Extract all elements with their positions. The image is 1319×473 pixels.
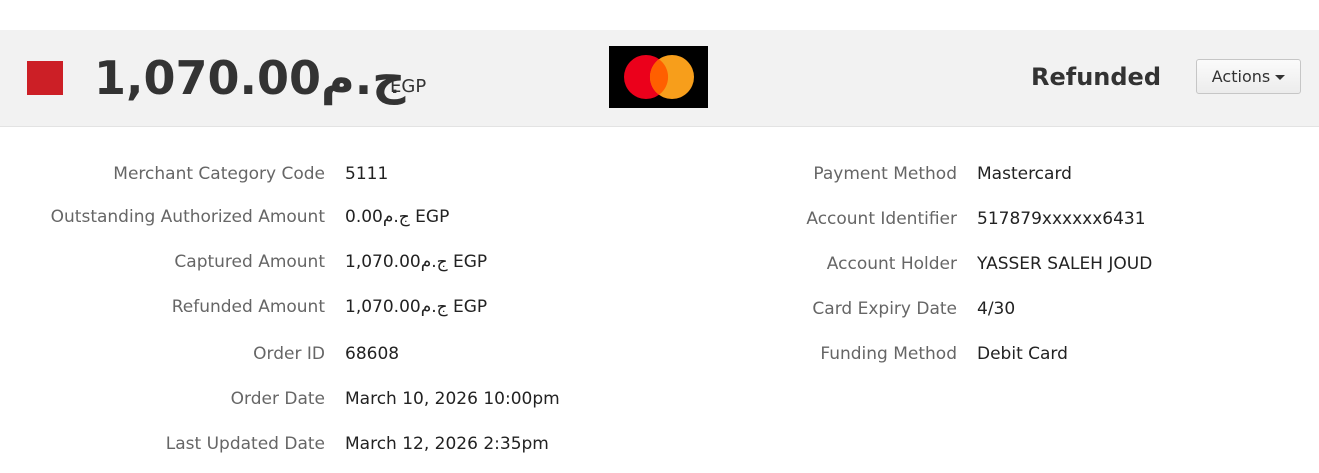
actions-dropdown-button[interactable]: Actions [1196, 59, 1301, 94]
actions-button-label: Actions [1211, 67, 1271, 86]
detail-label: Last Updated Date [165, 434, 325, 454]
detail-value: March 12, 2026 2:35pm [345, 434, 549, 454]
transaction-amount: 1,070.00ج.م [94, 51, 406, 105]
detail-row-account-identifier: Account Identifier 517879xxxxxx6431 [0, 207, 1319, 231]
detail-value: March 10, 2026 10:00pm [345, 389, 560, 409]
status-indicator [27, 61, 63, 95]
transaction-header: 1,070.00ج.م EGP Refunded Actions [0, 30, 1319, 127]
detail-row-card-expiry-date: Card Expiry Date 4/30 [0, 297, 1319, 321]
transaction-status: Refunded [1031, 63, 1162, 91]
detail-row-payment-method: Payment Method Mastercard [0, 162, 1319, 186]
transaction-details: Merchant Category Code 5111 Outstanding … [0, 126, 1319, 473]
top-strip [0, 0, 1319, 30]
detail-value: Debit Card [977, 344, 1068, 364]
detail-value: YASSER SALEH JOUD [977, 254, 1153, 274]
detail-label: Payment Method [813, 164, 957, 184]
detail-label: Funding Method [820, 344, 957, 364]
detail-row-account-holder: Account Holder YASSER SALEH JOUD [0, 252, 1319, 276]
detail-row-order-date: Order Date March 10, 2026 10:00pm [0, 387, 1319, 411]
detail-value: 4/30 [977, 299, 1016, 319]
caret-down-icon [1275, 75, 1286, 80]
detail-label: Order Date [230, 389, 325, 409]
detail-label: Account Holder [826, 254, 957, 274]
mastercard-logo-icon [609, 46, 708, 108]
detail-label: Account Identifier [806, 209, 957, 229]
detail-row-last-updated-date: Last Updated Date March 12, 2026 2:35pm [0, 432, 1319, 456]
detail-value: 517879xxxxxx6431 [977, 209, 1146, 229]
detail-label: Card Expiry Date [812, 299, 957, 319]
transaction-currency: EGP [390, 76, 427, 97]
detail-row-funding-method: Funding Method Debit Card [0, 342, 1319, 366]
detail-value: Mastercard [977, 164, 1072, 184]
